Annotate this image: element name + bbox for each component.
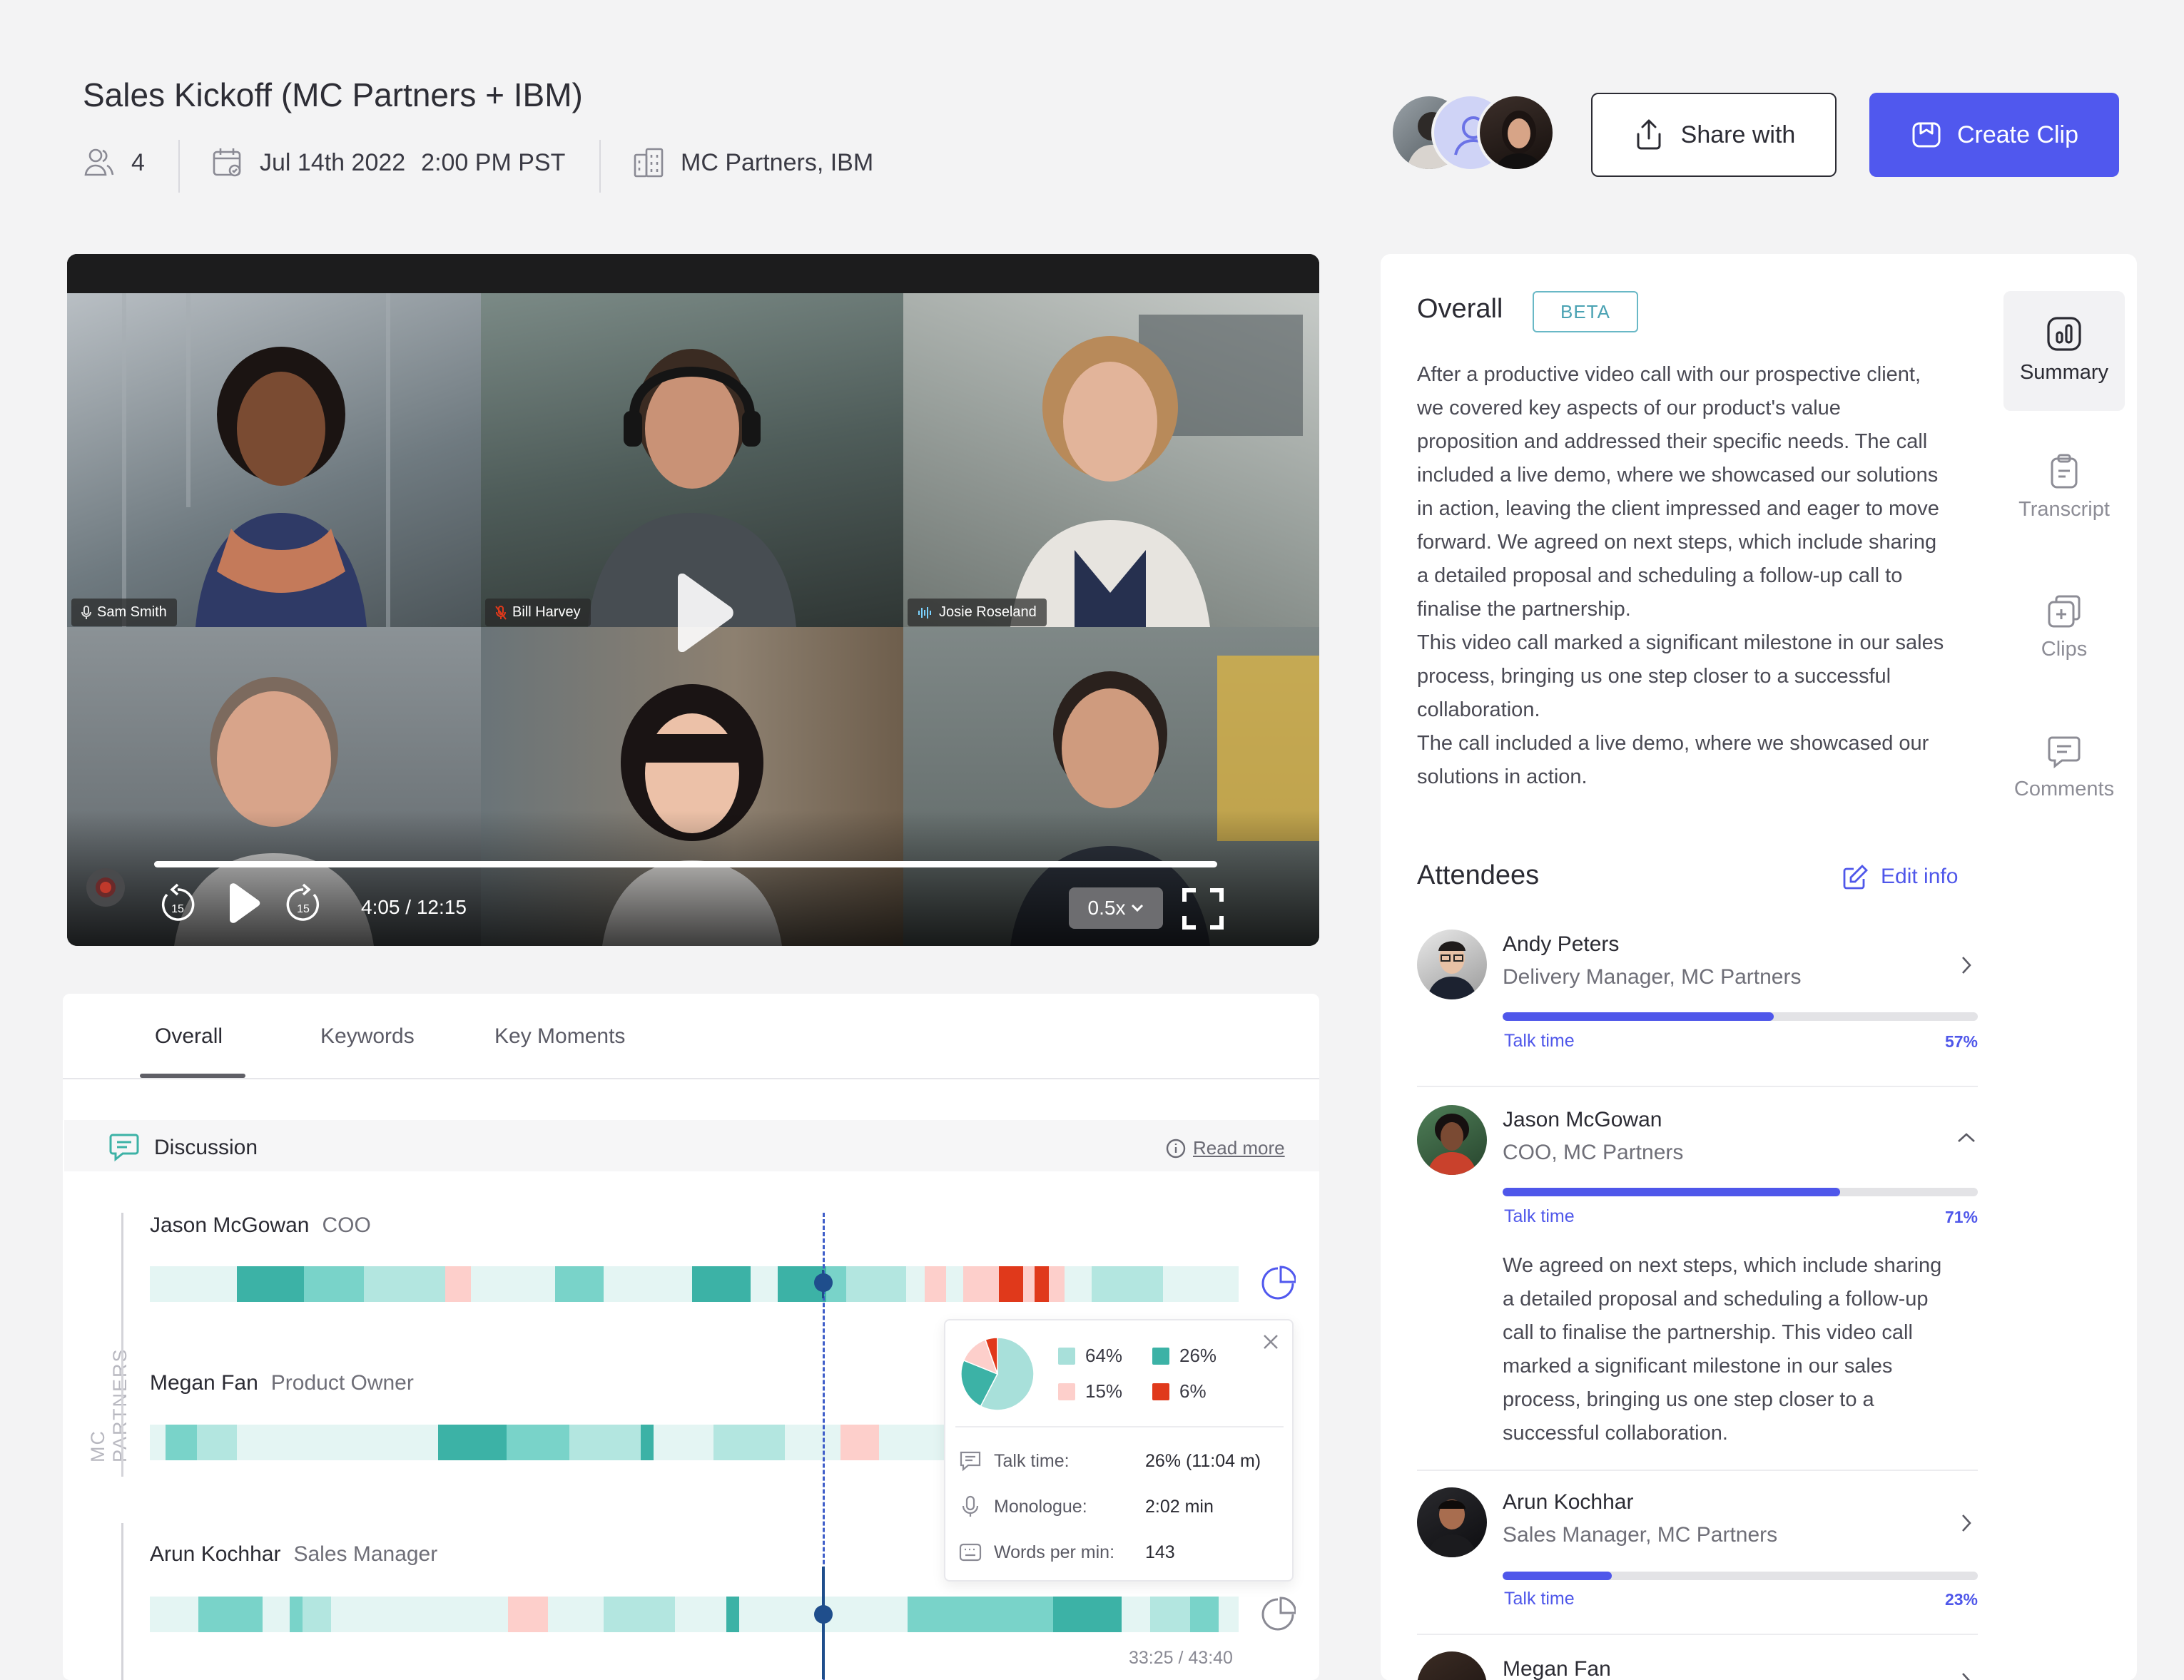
discussion-icon [108, 1131, 140, 1162]
read-more-link[interactable]: Read more [1166, 1137, 1285, 1159]
overall-summary: After a productive video call with our p… [1417, 363, 1944, 788]
comment-icon [2003, 733, 2125, 769]
share-button[interactable]: Share with [1591, 93, 1837, 177]
pie-chart-icon[interactable] [1260, 1266, 1296, 1301]
group-label: MC PARTNERS [87, 1348, 131, 1462]
avatar [1417, 1487, 1487, 1557]
chevron-right-icon[interactable] [1961, 955, 1972, 975]
avatar [1417, 1651, 1487, 1680]
side-nav-clips[interactable]: Clips [2003, 594, 2125, 661]
page-title: Sales Kickoff (MC Partners + IBM) [83, 76, 583, 113]
speaker-row: Jason McGowan COO [150, 1213, 371, 1237]
create-clip-button[interactable]: Create Clip [1869, 93, 2119, 177]
mic-icon [81, 605, 91, 620]
legend-item: 26% [1152, 1345, 1217, 1367]
edit-icon [1842, 863, 1869, 890]
participant-name-chip: Bill Harvey [485, 599, 591, 626]
video-time: 4:05 / 12:15 [361, 896, 467, 918]
legend-item: 6% [1152, 1380, 1207, 1402]
attendee-notes: We agreed on next steps, which include s… [1503, 1254, 1942, 1445]
share-icon [1632, 118, 1665, 151]
video-progress-bar[interactable] [154, 861, 1217, 867]
timeline-timestamp: 33:25 / 43:40 [1129, 1648, 1233, 1668]
discussion-label: Discussion [154, 1136, 258, 1159]
stat-words-per-min: Words per min: 143 [958, 1540, 1175, 1564]
edit-info-button[interactable]: Edit info [1842, 863, 1958, 890]
side-nav-summary[interactable]: Summary [2003, 315, 2125, 385]
clip-add-icon [2003, 594, 2125, 629]
forward-15-button[interactable]: 15 [284, 882, 322, 923]
attendee-card-expanded[interactable]: Jason McGowan COO, MC Partners Talk time… [1417, 1105, 1978, 1447]
speaker-stats-popup: 64% 26% 15% 6% Talk time: 26% (11:04 m) M… [944, 1319, 1294, 1582]
avatar [1417, 1105, 1487, 1175]
meeting-companies: MC Partners, IBM [632, 146, 873, 179]
meeting-date: Jul 14th 2022 2:00 PM PST [211, 146, 565, 179]
video-tile: Josie Roseland [903, 293, 1319, 627]
info-icon [1166, 1139, 1186, 1159]
chevron-right-icon[interactable] [1961, 1671, 1972, 1680]
participant-name-chip: Josie Roseland [908, 599, 1047, 626]
keyboard-icon [958, 1540, 982, 1564]
avatar [1477, 93, 1555, 172]
stat-monologue: Monologue: 2:02 min [958, 1495, 1214, 1519]
video-player[interactable]: Sam Smith Bill Harvey Josie Roseland 15 [67, 254, 1319, 946]
legend-item: 64% [1058, 1345, 1122, 1367]
side-nav-comments[interactable]: Comments [2003, 733, 2125, 801]
record-icon[interactable] [84, 866, 127, 909]
close-icon[interactable] [1262, 1333, 1279, 1350]
people-icon [83, 146, 116, 179]
skip-back-label: 15 [171, 903, 184, 915]
speaker-timeline[interactable] [150, 1266, 1239, 1302]
speaker-row: Arun Kochhar Sales Manager [150, 1542, 438, 1566]
skip-forward-label: 15 [297, 903, 310, 915]
rewind-15-button[interactable]: 15 [158, 882, 197, 923]
video-tile: Sam Smith [67, 293, 481, 627]
mic-off-icon [495, 605, 507, 620]
pie-chart-icon[interactable] [1260, 1597, 1296, 1632]
stat-talk-time: Talk time: 26% (11:04 m) [958, 1449, 1261, 1473]
attendees-heading: Attendees [1417, 860, 1540, 890]
bar-chart-icon [2003, 315, 2125, 352]
clipboard-icon [2003, 454, 2125, 489]
tab-key-moments[interactable]: Key Moments [494, 1024, 625, 1049]
tab-keywords[interactable]: Keywords [320, 1024, 415, 1049]
play-button[interactable] [225, 883, 261, 923]
talk-time-bar [1503, 1188, 1978, 1196]
talk-time-bar [1503, 1572, 1978, 1580]
avatar [1417, 930, 1487, 999]
chevron-down-icon [1131, 904, 1144, 912]
clip-icon [1910, 118, 1943, 151]
chevron-right-icon[interactable] [1961, 1513, 1972, 1533]
talk-pie-chart [960, 1337, 1035, 1411]
overall-heading: Overall [1417, 294, 1503, 324]
chat-icon [958, 1449, 982, 1473]
beta-badge: BETA [1533, 291, 1638, 332]
participant-avatars[interactable] [1390, 93, 1561, 178]
building-icon [632, 146, 665, 179]
audio-wave-icon [918, 606, 933, 620]
fullscreen-icon[interactable] [1182, 887, 1224, 930]
tab-overall[interactable]: Overall [155, 1024, 223, 1049]
attendee-card[interactable]: Megan Fan [1417, 1651, 1978, 1680]
speaker-timeline[interactable] [150, 1597, 1239, 1632]
participant-name-chip: Sam Smith [71, 599, 177, 626]
calendar-icon [211, 146, 244, 179]
microphone-icon [958, 1495, 982, 1519]
attendee-card[interactable]: Arun Kochhar Sales Manager, MC Partners … [1417, 1487, 1978, 1609]
play-overlay-icon[interactable] [671, 574, 735, 652]
participants-count: 4 [83, 146, 145, 179]
legend-item: 15% [1058, 1380, 1122, 1402]
attendee-card[interactable]: Andy Peters Delivery Manager, MC Partner… [1417, 930, 1978, 1051]
playback-speed-select[interactable]: 0.5x [1069, 887, 1163, 929]
talk-time-bar [1503, 1012, 1978, 1021]
chevron-up-icon[interactable] [1956, 1132, 1976, 1144]
side-nav-transcript[interactable]: Transcript [2003, 454, 2125, 521]
speaker-timeline[interactable] [150, 1425, 949, 1460]
speaker-row: Megan Fan Product Owner [150, 1371, 414, 1395]
